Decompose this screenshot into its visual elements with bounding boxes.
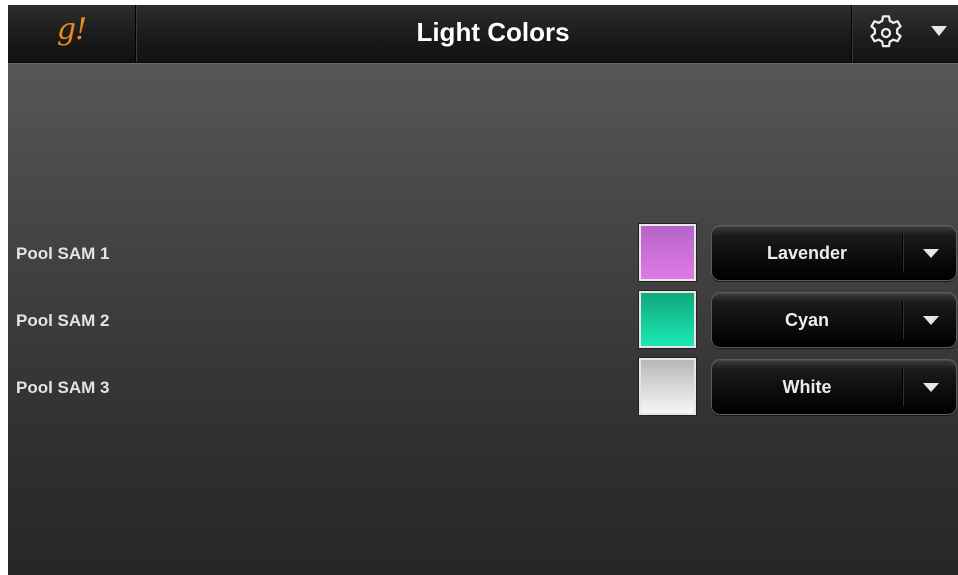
app-logo: g! bbox=[56, 12, 87, 47]
light-label: Pool SAM 1 bbox=[16, 244, 110, 263]
top-bar: g! Light Colors bbox=[8, 5, 958, 64]
color-dropdown[interactable]: Lavender bbox=[711, 225, 957, 281]
dropdown-divider bbox=[902, 301, 903, 339]
light-label: Pool SAM 3 bbox=[16, 378, 110, 397]
light-row-pool-sam-2: Pool SAM 2 Cyan bbox=[8, 291, 958, 351]
color-dropdown-value: Cyan bbox=[784, 310, 829, 330]
color-swatch bbox=[639, 291, 696, 348]
color-dropdown-value: White bbox=[782, 377, 832, 397]
light-row-pool-sam-1: Pool SAM 1 Lavender bbox=[8, 224, 958, 284]
light-row-pool-sam-3: Pool SAM 3 White bbox=[8, 358, 958, 418]
color-dropdown[interactable]: Cyan bbox=[711, 292, 957, 348]
caret-down-icon bbox=[923, 383, 939, 392]
settings-menu-button[interactable] bbox=[851, 5, 958, 62]
gear-icon bbox=[870, 15, 902, 48]
color-swatch bbox=[639, 358, 696, 415]
caret-down-icon bbox=[923, 316, 939, 325]
page-title: Light Colors bbox=[416, 17, 570, 47]
color-dropdown[interactable]: White bbox=[711, 359, 957, 415]
dropdown-divider bbox=[902, 234, 903, 272]
caret-down-icon bbox=[931, 26, 947, 36]
logo-button[interactable]: g! bbox=[8, 5, 136, 62]
dropdown-divider bbox=[902, 368, 903, 406]
color-swatch bbox=[639, 224, 696, 281]
app-window: g! Light Colors Pool SAM 1 Lavender Pool… bbox=[8, 5, 958, 575]
caret-down-icon bbox=[923, 249, 939, 258]
light-label: Pool SAM 2 bbox=[16, 311, 110, 330]
color-dropdown-value: Lavender bbox=[766, 243, 848, 263]
